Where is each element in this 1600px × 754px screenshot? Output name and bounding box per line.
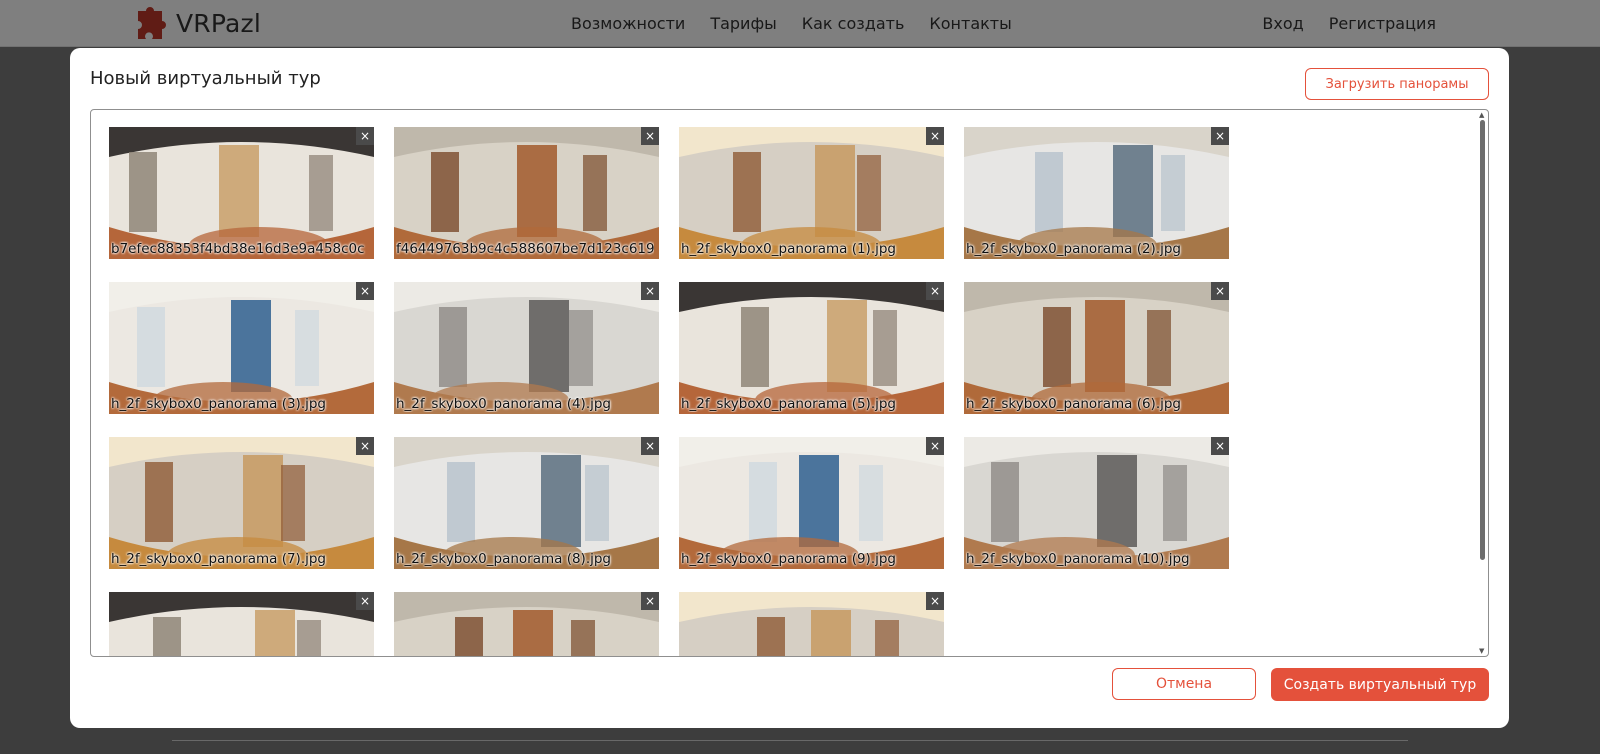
panorama-thumbnail[interactable]: h_2f_skybox0_panorama (7).jpg × [109, 437, 374, 569]
panorama-image [679, 127, 944, 259]
panorama-image [394, 592, 659, 656]
panorama-thumbnail[interactable]: × [679, 592, 944, 656]
panorama-image [679, 282, 944, 414]
panorama-filename: h_2f_skybox0_panorama (10).jpg [966, 551, 1190, 567]
modal-title: Новый виртуальный тур [90, 68, 321, 89]
panorama-thumbnail[interactable]: f46449763b9c4c588607be7d123c619 × [394, 127, 659, 259]
panorama-filename: h_2f_skybox0_panorama (8).jpg [396, 551, 611, 567]
remove-panorama-button[interactable]: × [926, 592, 944, 610]
panorama-image [109, 592, 374, 656]
panorama-thumbnail[interactable]: h_2f_skybox0_panorama (10).jpg × [964, 437, 1229, 569]
remove-panorama-button[interactable]: × [356, 127, 374, 145]
panorama-thumbnail[interactable]: × [394, 592, 659, 656]
remove-panorama-button[interactable]: × [641, 592, 659, 610]
panorama-thumbnail[interactable]: h_2f_skybox0_panorama (8).jpg × [394, 437, 659, 569]
remove-panorama-button[interactable]: × [926, 127, 944, 145]
panorama-image [964, 282, 1229, 414]
panorama-thumbnail[interactable]: h_2f_skybox0_panorama (2).jpg × [964, 127, 1229, 259]
panorama-image [964, 127, 1229, 259]
panorama-image [394, 437, 659, 569]
panorama-thumbnail[interactable]: h_2f_skybox0_panorama (9).jpg × [679, 437, 944, 569]
upload-panoramas-button[interactable]: Загрузить панорамы [1305, 68, 1489, 100]
panorama-filename: h_2f_skybox0_panorama (2).jpg [966, 241, 1181, 257]
panorama-image [109, 127, 374, 259]
panorama-thumbnail[interactable]: h_2f_skybox0_panorama (3).jpg × [109, 282, 374, 414]
panorama-filename: h_2f_skybox0_panorama (5).jpg [681, 396, 896, 412]
new-tour-modal: Новый виртуальный тур Загрузить панорамы… [70, 48, 1509, 728]
panorama-thumbnail[interactable]: h_2f_skybox0_panorama (6).jpg × [964, 282, 1229, 414]
panorama-thumbnail[interactable]: × [109, 592, 374, 656]
panorama-image [679, 437, 944, 569]
panorama-thumbnail[interactable]: h_2f_skybox0_panorama (5).jpg × [679, 282, 944, 414]
scroll-up-icon[interactable]: ▲ [1479, 111, 1484, 119]
panorama-image [394, 282, 659, 414]
remove-panorama-button[interactable]: × [926, 282, 944, 300]
remove-panorama-button[interactable]: × [356, 282, 374, 300]
panorama-thumbnail[interactable]: h_2f_skybox0_panorama (4).jpg × [394, 282, 659, 414]
panorama-image [679, 592, 944, 656]
panorama-filename: h_2f_skybox0_panorama (7).jpg [111, 551, 326, 567]
remove-panorama-button[interactable]: × [641, 437, 659, 455]
remove-panorama-button[interactable]: × [1211, 437, 1229, 455]
scroll-thumb[interactable] [1480, 120, 1485, 560]
panorama-filename: f46449763b9c4c588607be7d123c619 [396, 241, 654, 257]
panorama-image [394, 127, 659, 259]
remove-panorama-button[interactable]: × [926, 437, 944, 455]
panorama-list[interactable]: b7efec88353f4bd38e16d3e9a458c0c × f464497… [90, 109, 1489, 657]
panorama-filename: h_2f_skybox0_panorama (9).jpg [681, 551, 896, 567]
panorama-filename: h_2f_skybox0_panorama (1).jpg [681, 241, 896, 257]
panorama-thumbnail[interactable]: h_2f_skybox0_panorama (1).jpg × [679, 127, 944, 259]
panorama-filename: h_2f_skybox0_panorama (3).jpg [111, 396, 326, 412]
cancel-button[interactable]: Отмена [1112, 668, 1256, 700]
remove-panorama-button[interactable]: × [641, 127, 659, 145]
panorama-filename: b7efec88353f4bd38e16d3e9a458c0c [111, 241, 365, 257]
panorama-thumbnail[interactable]: b7efec88353f4bd38e16d3e9a458c0c × [109, 127, 374, 259]
panorama-image [109, 437, 374, 569]
panorama-filename: h_2f_skybox0_panorama (6).jpg [966, 396, 1181, 412]
scroll-down-icon[interactable]: ▼ [1479, 647, 1484, 655]
panorama-filename: h_2f_skybox0_panorama (4).jpg [396, 396, 611, 412]
remove-panorama-button[interactable]: × [641, 282, 659, 300]
panorama-list-scrollbar[interactable]: ▲ ▼ [1477, 110, 1487, 656]
remove-panorama-button[interactable]: × [356, 437, 374, 455]
panorama-image [109, 282, 374, 414]
remove-panorama-button[interactable]: × [356, 592, 374, 610]
remove-panorama-button[interactable]: × [1211, 127, 1229, 145]
remove-panorama-button[interactable]: × [1211, 282, 1229, 300]
panorama-image [964, 437, 1229, 569]
create-tour-button[interactable]: Создать виртуальный тур [1271, 668, 1489, 701]
